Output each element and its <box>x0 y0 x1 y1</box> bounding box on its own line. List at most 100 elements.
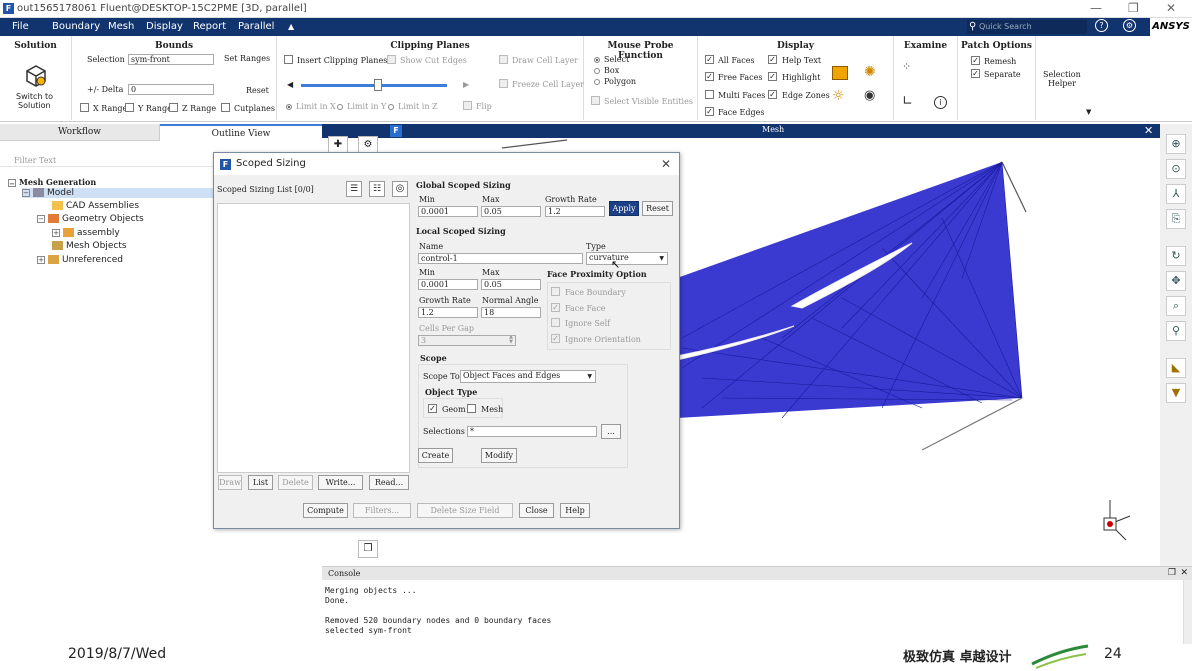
examine-angle-icon[interactable]: ∟ <box>902 94 913 109</box>
apply-button[interactable]: Apply <box>609 201 639 216</box>
zoom-fit-icon[interactable]: ⊕ <box>1166 134 1186 154</box>
zoom-box-icon[interactable]: ⌕ <box>1166 296 1186 316</box>
limit-z-radio[interactable] <box>388 104 394 110</box>
probe-select-radio[interactable] <box>594 57 600 63</box>
console-restore-icon[interactable]: ❐ <box>1168 567 1176 580</box>
settings-icon[interactable]: ⚙ <box>1123 19 1136 32</box>
scoped-sizing-list[interactable] <box>217 203 410 473</box>
restore-icon[interactable]: ❐ <box>1128 1 1139 15</box>
global-growth-input[interactable]: 1.2 <box>545 206 605 217</box>
rotate-icon[interactable]: ↻ <box>1166 246 1186 266</box>
expand-icon[interactable]: + <box>37 255 45 264</box>
console-panel[interactable]: Console ❐ ✕ Merging objects ... Done. Re… <box>322 566 1192 645</box>
face-face-checkbox[interactable]: ✓ <box>551 303 560 312</box>
z-range-checkbox[interactable] <box>169 103 178 112</box>
sun-icon[interactable]: ☼ <box>832 88 845 104</box>
slider-left-arrow[interactable]: ◀ <box>287 80 293 89</box>
select-visible-checkbox[interactable] <box>591 96 600 105</box>
separate-checkbox[interactable]: ✓ <box>971 69 980 78</box>
ribbon-collapse-arrow[interactable]: ▲ <box>288 22 294 31</box>
bounds-reset-button[interactable]: Reset <box>246 86 269 95</box>
local-max-input[interactable]: 0.05 <box>481 279 541 290</box>
tree-mesh-objects[interactable]: Mesh Objects <box>52 241 127 251</box>
free-faces-checkbox[interactable]: ✓ <box>705 72 714 81</box>
info-icon[interactable]: i <box>934 96 947 109</box>
help-icon[interactable]: ? <box>1095 19 1108 32</box>
normal-angle-input[interactable]: 18 <box>481 307 541 318</box>
geom-checkbox[interactable]: ✓ <box>428 404 437 413</box>
deselect-all-icon[interactable]: ☷ <box>369 181 385 197</box>
lighting-icon[interactable]: ✺ <box>864 64 876 80</box>
tab-outline-view[interactable]: Outline View <box>160 124 322 141</box>
menu-boundary[interactable]: Boundary <box>52 21 100 32</box>
x-range-checkbox[interactable] <box>80 103 89 112</box>
display-color-icon[interactable] <box>832 66 848 80</box>
console-close-icon[interactable]: ✕ <box>1180 567 1188 580</box>
limit-x-radio[interactable] <box>286 104 292 110</box>
read-button[interactable]: Read... <box>369 475 409 490</box>
probe-icon[interactable]: ◣ <box>1166 358 1186 378</box>
y-range-checkbox[interactable] <box>125 103 134 112</box>
remesh-checkbox[interactable]: ✓ <box>971 56 980 65</box>
insert-clipping-checkbox[interactable] <box>284 55 293 64</box>
limit-y-radio[interactable] <box>337 104 343 110</box>
scope-to-dropdown[interactable]: Object Faces and Edges ▼ <box>460 370 596 383</box>
menu-parallel[interactable]: Parallel <box>238 21 274 32</box>
minimize-icon[interactable]: — <box>1090 1 1102 15</box>
graphics-close-icon[interactable]: ✕ <box>1144 124 1153 137</box>
tree-geometry-objects[interactable]: − Geometry Objects <box>37 214 144 224</box>
tree-unreferenced[interactable]: + Unreferenced <box>37 255 123 265</box>
delta-input[interactable]: 0 <box>128 84 214 95</box>
selections-input[interactable]: * <box>467 426 597 437</box>
reset-button[interactable]: Reset <box>642 201 673 216</box>
local-growth-input[interactable]: 1.2 <box>418 307 478 318</box>
delete-size-field-button[interactable]: Delete Size Field <box>417 503 513 518</box>
draw-button[interactable]: Draw <box>218 475 242 490</box>
clipping-slider-thumb[interactable] <box>374 79 382 91</box>
set-ranges-button[interactable]: Set Ranges <box>224 54 270 63</box>
probe-polygon-radio[interactable] <box>594 79 600 85</box>
freeze-cell-layer-checkbox[interactable] <box>499 79 508 88</box>
flip-checkbox[interactable] <box>463 101 472 110</box>
collapse-icon[interactable]: − <box>22 188 30 197</box>
quick-search-input[interactable]: ⚲ Quick Search <box>967 20 1087 34</box>
tree-assembly[interactable]: + assembly <box>52 228 120 238</box>
visibility-eye-icon[interactable]: ◉ <box>864 88 875 103</box>
ribbon-expand-icon[interactable]: ▼ <box>1086 108 1091 116</box>
menu-display[interactable]: Display <box>146 21 183 32</box>
filters-button[interactable]: Filters... <box>353 503 411 518</box>
ignore-orientation-checkbox[interactable]: ✓ <box>551 334 560 343</box>
name-input[interactable]: control-1 <box>418 253 583 264</box>
axes-icon[interactable]: ⅄ <box>1166 184 1186 204</box>
ignore-self-checkbox[interactable] <box>551 318 560 327</box>
menu-file[interactable]: File <box>12 21 29 32</box>
tree-mesh-generation[interactable]: − Mesh Generation <box>8 177 96 187</box>
tree-cad-assemblies[interactable]: CAD Assemblies <box>52 201 139 211</box>
console-scrollbar[interactable] <box>1183 580 1192 645</box>
local-min-input[interactable]: 0.0001 <box>418 279 478 290</box>
modify-button[interactable]: Modify <box>481 448 517 463</box>
select-all-icon[interactable]: ☰ <box>346 181 362 197</box>
filter-icon[interactable]: ▼ <box>1166 383 1186 403</box>
zoom-icon[interactable]: ⚲ <box>1166 321 1186 341</box>
probe-box-radio[interactable] <box>594 68 600 74</box>
create-button[interactable]: Create <box>418 448 453 463</box>
menu-mesh[interactable]: Mesh <box>108 21 134 32</box>
graphics-tool-icon-3[interactable]: ❐ <box>358 540 378 558</box>
mesh-checkbox[interactable] <box>467 404 476 413</box>
face-edges-checkbox[interactable]: ✓ <box>705 107 714 116</box>
switch-to-solution-icon[interactable] <box>24 64 48 88</box>
slider-right-arrow[interactable]: ▶ <box>463 80 469 89</box>
expand-icon[interactable]: + <box>52 228 60 237</box>
spinner-arrows-icon[interactable]: ▲ ▼ <box>509 336 513 345</box>
bounds-selection-input[interactable]: sym-front <box>128 54 214 65</box>
help-button[interactable]: Help <box>560 503 590 518</box>
type-dropdown[interactable]: curvature ▼ <box>586 252 668 265</box>
highlight-checkbox[interactable]: ✓ <box>768 72 777 81</box>
examine-points-icon[interactable]: ⁘ <box>902 60 911 73</box>
help-text-checkbox[interactable]: ✓ <box>768 55 777 64</box>
show-cut-edges-checkbox[interactable] <box>387 55 396 64</box>
all-faces-checkbox[interactable]: ✓ <box>705 55 714 64</box>
selections-browse-button[interactable]: ... <box>601 424 621 439</box>
zoom-in-icon[interactable]: ⊙ <box>1166 159 1186 179</box>
